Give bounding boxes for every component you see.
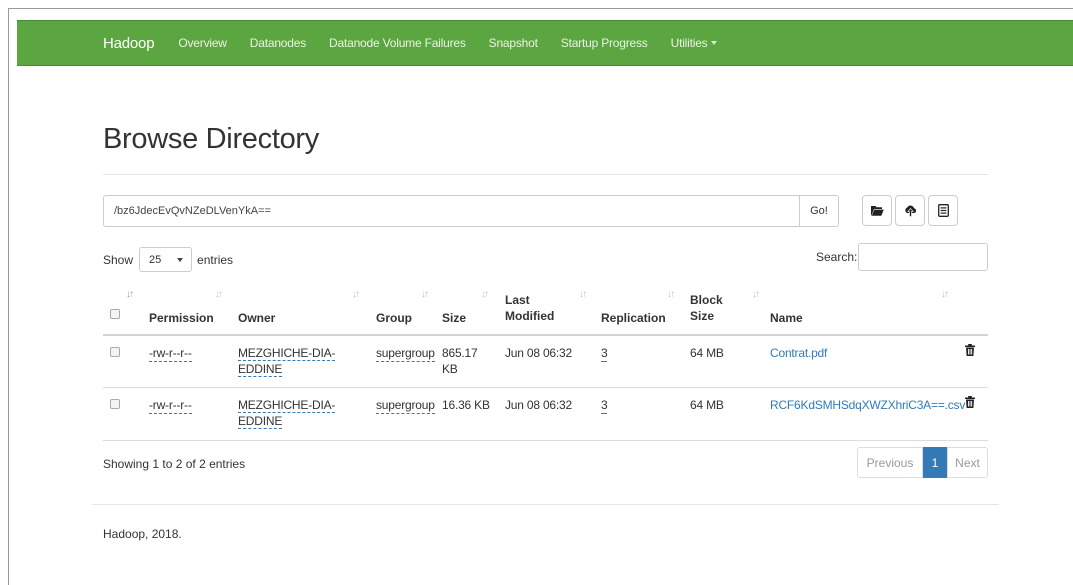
folder-open-icon — [870, 206, 884, 216]
footer-text: Hadoop, 2018. — [103, 527, 182, 541]
sort-icon[interactable]: ↓↑ — [421, 289, 429, 300]
header-last-modified[interactable]: Last Modified — [505, 292, 565, 324]
entries-label: entries — [197, 252, 234, 267]
trash-icon[interactable] — [965, 396, 975, 408]
header-replication[interactable]: Replication — [601, 310, 666, 326]
nav-datanode-volume-failures[interactable]: Datanode Volume Failures — [329, 36, 466, 50]
row-divider — [103, 387, 988, 388]
sort-icon[interactable]: ↓↑ — [752, 289, 760, 300]
sort-icon[interactable]: ↓↑ — [215, 289, 223, 300]
row-checkbox[interactable] — [110, 399, 120, 409]
next-page-button[interactable]: Next — [947, 447, 988, 478]
entries-select[interactable]: 25 — [139, 247, 193, 272]
file-name-link[interactable]: Contrat.pdf — [770, 345, 827, 361]
select-arrow-icon — [177, 258, 184, 262]
sort-icon[interactable]: ↓↑ — [352, 289, 360, 300]
nav-datanodes[interactable]: Datanodes — [250, 36, 306, 50]
header-group[interactable]: Group — [376, 310, 412, 326]
size-cell: 16.36 KB — [442, 398, 490, 412]
nav-overview[interactable]: Overview — [178, 36, 227, 50]
table-info: Showing 1 to 2 of 2 entries — [103, 457, 246, 471]
select-all-checkbox[interactable] — [110, 309, 120, 319]
nav-utilities: Utilities — [670, 36, 708, 50]
create-directory-button[interactable] — [862, 195, 892, 226]
cut-paste-button[interactable] — [928, 195, 958, 226]
brand-link[interactable]: Hadoop — [103, 35, 155, 52]
owner-link[interactable]: MEZGHICHE-DIA-EDDINE — [238, 346, 335, 377]
show-label: Show — [103, 252, 134, 267]
file-name-link[interactable]: RCF6KdSMHSdqXWZXhriC3A==.csv — [770, 397, 965, 413]
replication-link[interactable]: 3 — [601, 345, 608, 362]
title-divider — [103, 174, 988, 175]
pagination: Previous 1 Next — [857, 447, 988, 478]
nav-startup-progress[interactable]: Startup Progress — [561, 36, 648, 50]
page-1-button[interactable]: 1 — [923, 447, 947, 478]
sort-asc-icon[interactable]: ↓↑ — [126, 289, 134, 300]
row-checkbox[interactable] — [110, 347, 120, 357]
block-size-cell: 64 MB — [690, 346, 724, 360]
modified-cell: Jun 08 06:32 — [505, 346, 572, 360]
header-block-size[interactable]: Block Size — [690, 292, 730, 324]
caret-down-icon — [711, 41, 718, 45]
nav-snapshot[interactable]: Snapshot — [489, 36, 538, 50]
entries-select-value: 25 — [149, 253, 162, 266]
directory-path-input[interactable] — [103, 195, 799, 227]
group-link[interactable]: supergroup — [376, 397, 435, 414]
sort-icon[interactable]: ↓↑ — [481, 289, 489, 300]
sort-icon[interactable]: ↓↑ — [667, 289, 675, 300]
owner-cell[interactable]: MEZGHICHE-DIA-EDDINE — [238, 397, 338, 429]
owner-link[interactable]: MEZGHICHE-DIA-EDDINE — [238, 398, 335, 429]
sort-icon[interactable]: ↓↑ — [941, 289, 949, 300]
list-alt-icon — [937, 204, 949, 217]
header-divider — [103, 334, 988, 336]
trash-icon[interactable] — [965, 344, 975, 356]
group-link[interactable]: supergroup — [376, 345, 435, 362]
block-size-cell: 64 MB — [690, 398, 724, 412]
footer-divider — [92, 504, 999, 505]
previous-page-button[interactable]: Previous — [857, 447, 923, 478]
header-size[interactable]: Size — [442, 310, 466, 326]
header-name[interactable]: Name — [770, 310, 803, 326]
nav-utilities-dropdown[interactable]: Utilities — [671, 36, 718, 50]
header-permission[interactable]: Permission — [149, 310, 214, 326]
permission-link[interactable]: -rw-r--r-- — [149, 397, 192, 414]
sort-icon[interactable]: ↓↑ — [579, 289, 587, 300]
path-form: Go! — [103, 195, 839, 227]
header-owner[interactable]: Owner — [238, 310, 275, 326]
search-input[interactable] — [858, 243, 988, 271]
navbar: Hadoop Overview Datanodes Datanode Volum… — [17, 20, 1073, 66]
size-cell: 865.17 KB — [442, 346, 478, 376]
search-label: Search: — [816, 250, 858, 264]
upload-button[interactable] — [895, 195, 925, 226]
replication-link[interactable]: 3 — [601, 397, 608, 414]
cloud-upload-icon — [904, 205, 916, 217]
modified-cell: Jun 08 06:32 — [505, 398, 572, 412]
owner-cell[interactable]: MEZGHICHE-DIA-EDDINE — [238, 345, 338, 377]
page-title: Browse Directory — [103, 123, 319, 155]
table-bottom-divider — [103, 440, 988, 441]
go-button[interactable]: Go! — [799, 195, 839, 227]
permission-link[interactable]: -rw-r--r-- — [149, 345, 192, 362]
page-length-control: Show 25 entries — [103, 247, 233, 272]
